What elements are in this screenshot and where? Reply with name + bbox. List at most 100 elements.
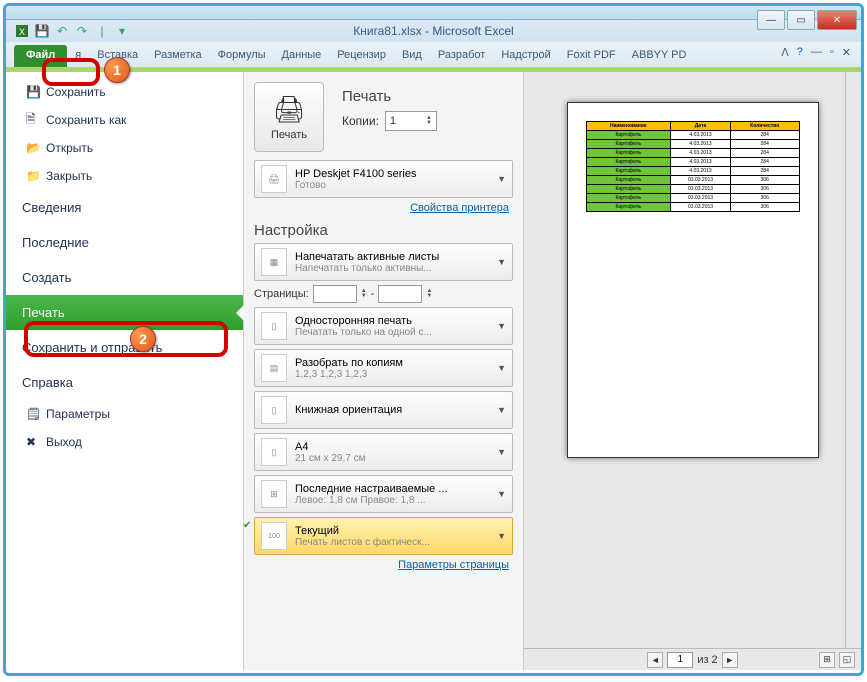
pages-from-input[interactable] [313, 285, 357, 303]
tab-review[interactable]: Рецензир [329, 45, 394, 67]
prev-page-button[interactable]: ◄ [647, 652, 663, 668]
minimize-button[interactable]: — [757, 10, 785, 30]
collate-title: Разобрать по копиям [295, 357, 489, 369]
paper-sub: 21 см x 29,7 см [295, 453, 489, 464]
scaling-sub: Печать листов с фактическ... [295, 537, 489, 548]
preview-table: НаименованиеДатаКоличествоКартофель4.03.… [586, 121, 800, 212]
print-what-sub: Напечатать только активны... [295, 263, 489, 274]
excel-icon: X [14, 23, 30, 39]
sides-title: Односторонняя печать [295, 315, 489, 327]
margins-selector[interactable]: ⊞ Последние настраиваемые ... Левое: 1,8… [254, 475, 513, 513]
collate-icon: ▤ [261, 354, 287, 382]
sides-sub: Печатать только на одной с... [295, 327, 489, 338]
scale-icon: 100 [261, 522, 287, 550]
spinner-arrows-icon[interactable]: ▲▼ [361, 289, 367, 299]
show-margins-button[interactable]: ⊞ [819, 652, 835, 668]
redo-icon[interactable]: ↷ [74, 23, 90, 39]
page-count-label: из 2 [697, 654, 717, 666]
ribbon-min-icon[interactable]: ᐱ [781, 46, 789, 59]
tab-foxit[interactable]: Foxit PDF [559, 45, 624, 67]
current-page-input[interactable] [667, 652, 693, 668]
tab-abbyy[interactable]: ABBYY PD [624, 45, 695, 67]
backstage-nav: 💾Сохранить 🗎Сохранить как 📂Открыть 📁Закр… [6, 72, 244, 670]
ribbon-tabs: Файл я Вставка Разметка Формулы Данные Р… [6, 42, 861, 68]
nav-exit[interactable]: ✖Выход [6, 428, 243, 456]
copies-value: 1 [390, 115, 396, 127]
zoom-page-button[interactable]: ◱ [839, 652, 855, 668]
tab-file[interactable]: Файл [14, 45, 67, 67]
copies-spinner[interactable]: 1 ▲▼ [385, 111, 437, 131]
chevron-down-icon: ▼ [497, 363, 506, 373]
doc-close-icon[interactable]: ✕ [842, 46, 851, 59]
collate-selector[interactable]: ▤ Разобрать по копиям 1,2,3 1,2,3 1,2,3 … [254, 349, 513, 387]
nav-open-label: Открыть [66, 141, 93, 155]
printer-selector[interactable]: 🖨 HP Deskjet F4100 series Готово ▼ [254, 160, 513, 198]
qat-divider: | [94, 23, 110, 39]
pages-to-input[interactable] [378, 285, 422, 303]
nav-help[interactable]: Справка [6, 365, 243, 400]
orientation-selector[interactable]: ▯ Книжная ориентация ▼ [254, 391, 513, 429]
margins-sub: Левое: 1,8 см Правое: 1,8 ... [295, 495, 489, 506]
spinner-arrows-icon[interactable]: ▲▼ [426, 116, 432, 126]
nav-saveas[interactable]: 🗎Сохранить как [6, 106, 243, 134]
tab-view[interactable]: Вид [394, 45, 430, 67]
portrait-icon: ▯ [261, 396, 287, 424]
chevron-down-icon: ▼ [497, 447, 506, 457]
sides-selector[interactable]: ▯ Односторонняя печать Печатать только н… [254, 307, 513, 345]
tab-addins[interactable]: Надстрой [493, 45, 558, 67]
nav-sendsave[interactable]: Сохранить и отправить [6, 330, 243, 365]
tab-formulas[interactable]: Формулы [210, 45, 274, 67]
page-setup-link[interactable]: Параметры страницы [254, 559, 509, 571]
nav-info[interactable]: Сведения [6, 190, 243, 225]
spinner-arrows-icon[interactable]: ▲▼ [426, 289, 432, 299]
print-preview: НаименованиеДатаКоличествоКартофель4.03.… [524, 72, 861, 670]
check-icon: ✔ [244, 520, 251, 531]
titlebar: X 💾 ↶ ↷ | ▾ Книга81.xlsx - Microsoft Exc… [6, 20, 861, 42]
window-title: Книга81.xlsx - Microsoft Excel [6, 24, 861, 38]
chevron-down-icon: ▼ [497, 174, 506, 184]
printer-status-icon: 🖨 [261, 165, 287, 193]
print-heading: Печать [342, 88, 437, 105]
preview-page: НаименованиеДатаКоличествоКартофель4.03.… [567, 102, 819, 458]
print-quick-icon[interactable]: ▾ [114, 23, 130, 39]
doc-min-icon[interactable]: — [811, 46, 822, 59]
nav-options[interactable]: 🗒Параметры [6, 400, 243, 428]
nav-close[interactable]: 📁Закрыть [6, 162, 243, 190]
help-icon[interactable]: ? [797, 46, 803, 59]
doc-restore-icon[interactable]: ▫ [830, 46, 834, 59]
tab-data[interactable]: Данные [274, 45, 330, 67]
print-button[interactable]: 🖨 Печать [254, 82, 324, 152]
nav-options-label: Параметры [66, 407, 110, 421]
nav-save[interactable]: 💾Сохранить [6, 78, 243, 106]
paper-selector[interactable]: ▯ A4 21 см x 29,7 см ▼ [254, 433, 513, 471]
pages-sep: - [371, 288, 375, 300]
nav-recent[interactable]: Последние [6, 225, 243, 260]
next-page-button[interactable]: ► [722, 652, 738, 668]
chevron-down-icon: ▼ [497, 257, 506, 267]
settings-heading: Настройка [254, 222, 513, 239]
nav-saveas-label: Сохранить как [66, 113, 126, 127]
annotation-badge-1: 1 [104, 57, 130, 83]
preview-scrollbar[interactable] [845, 72, 861, 648]
nav-new[interactable]: Создать [6, 260, 243, 295]
chevron-down-icon: ▼ [497, 321, 506, 331]
nav-close-label: Закрыть [66, 169, 92, 183]
print-what-selector[interactable]: ▦ Напечатать активные листы Напечатать т… [254, 243, 513, 281]
print-panel: 🖨 Печать Печать Копии: 1 ▲▼ 🖨 [244, 72, 524, 670]
tab-developer[interactable]: Разработ [430, 45, 493, 67]
printer-properties-link[interactable]: Свойства принтера [254, 202, 509, 214]
nav-save-label: Сохранить [66, 85, 106, 99]
close-button[interactable]: ✕ [817, 10, 857, 30]
maximize-button[interactable]: ▭ [787, 10, 815, 30]
chevron-down-icon: ▼ [497, 489, 506, 499]
one-side-icon: ▯ [261, 312, 287, 340]
nav-print[interactable]: Печать [6, 295, 243, 330]
save-icon[interactable]: 💾 [34, 23, 50, 39]
scaling-selector[interactable]: ✔ 100 Текущий Печать листов с фактическ.… [254, 517, 513, 555]
nav-open[interactable]: 📂Открыть [6, 134, 243, 162]
svg-text:X: X [19, 27, 25, 37]
paper-title: A4 [295, 441, 489, 453]
tab-home-partial[interactable]: я [67, 45, 89, 67]
undo-icon[interactable]: ↶ [54, 23, 70, 39]
tab-layout[interactable]: Разметка [146, 45, 210, 67]
